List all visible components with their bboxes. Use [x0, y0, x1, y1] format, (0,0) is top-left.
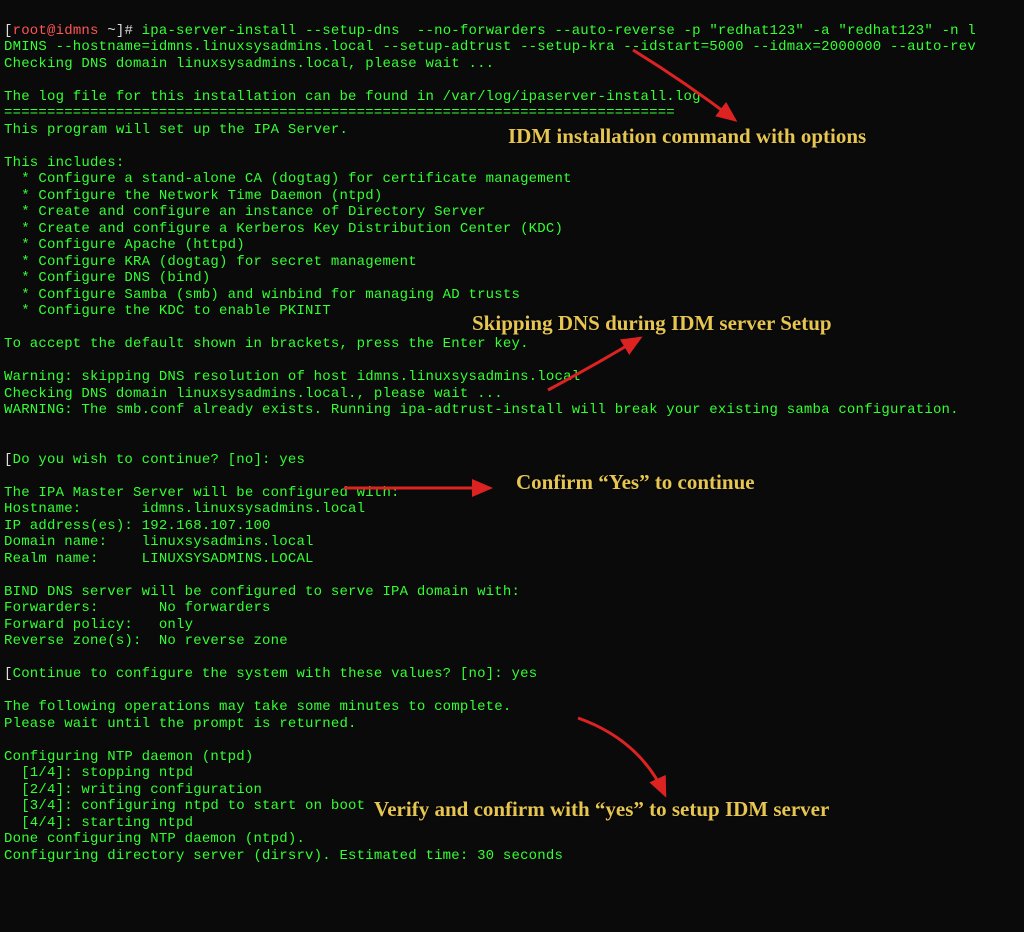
prompt-bracket-open: [	[4, 23, 13, 39]
annotation-verify-confirm: Verify and confirm with “yes” to setup I…	[374, 801, 829, 818]
annotation-skip-dns: Skipping DNS during IDM server Setup	[472, 315, 832, 332]
output-line: Checking DNS domain linuxsysadmins.local…	[4, 56, 494, 72]
output-line: Warning: skipping DNS resolution of host…	[4, 369, 580, 385]
output-line: WARNING: The smb.conf already exists. Ru…	[4, 402, 959, 418]
output-line: Reverse zone(s): No reverse zone	[4, 633, 288, 649]
prompt-user: root@idmns	[13, 23, 99, 39]
output-line: [1/4]: stopping ntpd	[4, 765, 193, 781]
prompt-hash: #	[124, 23, 141, 39]
separator-line: ========================================…	[4, 105, 675, 121]
annotation-install-command: IDM installation command with options	[508, 128, 866, 145]
output-line: * Configure the Network Time Daemon (ntp…	[4, 188, 382, 204]
output-line: IP address(es): 192.168.107.100	[4, 518, 271, 534]
output-line: * Configure Samba (smb) and winbind for …	[4, 287, 520, 303]
output-line: * Configure DNS (bind)	[4, 270, 210, 286]
output-line: * Configure the KDC to enable PKINIT	[4, 303, 331, 319]
output-line: The IPA Master Server will be configured…	[4, 485, 400, 501]
output-line: [3/4]: configuring ntpd to start on boot	[4, 798, 365, 814]
output-line: Forward policy: only	[4, 617, 193, 633]
output-line: Configuring NTP daemon (ntpd)	[4, 749, 253, 765]
prompt-bracket: [	[4, 666, 13, 682]
prompt-bracket: [	[4, 452, 13, 468]
output-line: Done configuring NTP daemon (ntpd).	[4, 831, 305, 847]
output-line: * Configure Apache (httpd)	[4, 237, 245, 253]
output-line: Forwarders: No forwarders	[4, 600, 271, 616]
output-line: Domain name: linuxsysadmins.local	[4, 534, 314, 550]
confirm-continue-prompt[interactable]: Do you wish to continue? [no]: yes	[13, 452, 305, 468]
output-line: The following operations may take some m…	[4, 699, 511, 715]
output-line: This program will set up the IPA Server.	[4, 122, 348, 138]
command-line-2: DMINS --hostname=idmns.linuxsysadmins.lo…	[4, 39, 976, 55]
output-line: Realm name: LINUXSYSADMINS.LOCAL	[4, 551, 314, 567]
output-line: This includes:	[4, 155, 124, 171]
annotation-confirm-yes: Confirm “Yes” to continue	[516, 474, 755, 491]
output-line: Hostname: idmns.linuxsysadmins.local	[4, 501, 365, 517]
output-line: Configuring directory server (dirsrv). E…	[4, 848, 563, 864]
output-line: * Configure KRA (dogtag) for secret mana…	[4, 254, 417, 270]
output-line: * Create and configure a Kerberos Key Di…	[4, 221, 563, 237]
output-line: * Create and configure an instance of Di…	[4, 204, 486, 220]
command-line-1: ipa-server-install --setup-dns --no-forw…	[142, 23, 976, 39]
output-line: [4/4]: starting ntpd	[4, 815, 193, 831]
output-line: Checking DNS domain linuxsysadmins.local…	[4, 386, 503, 402]
output-line: [2/4]: writing configuration	[4, 782, 262, 798]
output-line: To accept the default shown in brackets,…	[4, 336, 529, 352]
output-line: * Configure a stand-alone CA (dogtag) fo…	[4, 171, 572, 187]
confirm-values-prompt[interactable]: Continue to configure the system with th…	[13, 666, 538, 682]
output-line: BIND DNS server will be configured to se…	[4, 584, 520, 600]
prompt-tilde: ~	[99, 23, 116, 39]
output-line: The log file for this installation can b…	[4, 89, 701, 105]
output-line: Please wait until the prompt is returned…	[4, 716, 357, 732]
